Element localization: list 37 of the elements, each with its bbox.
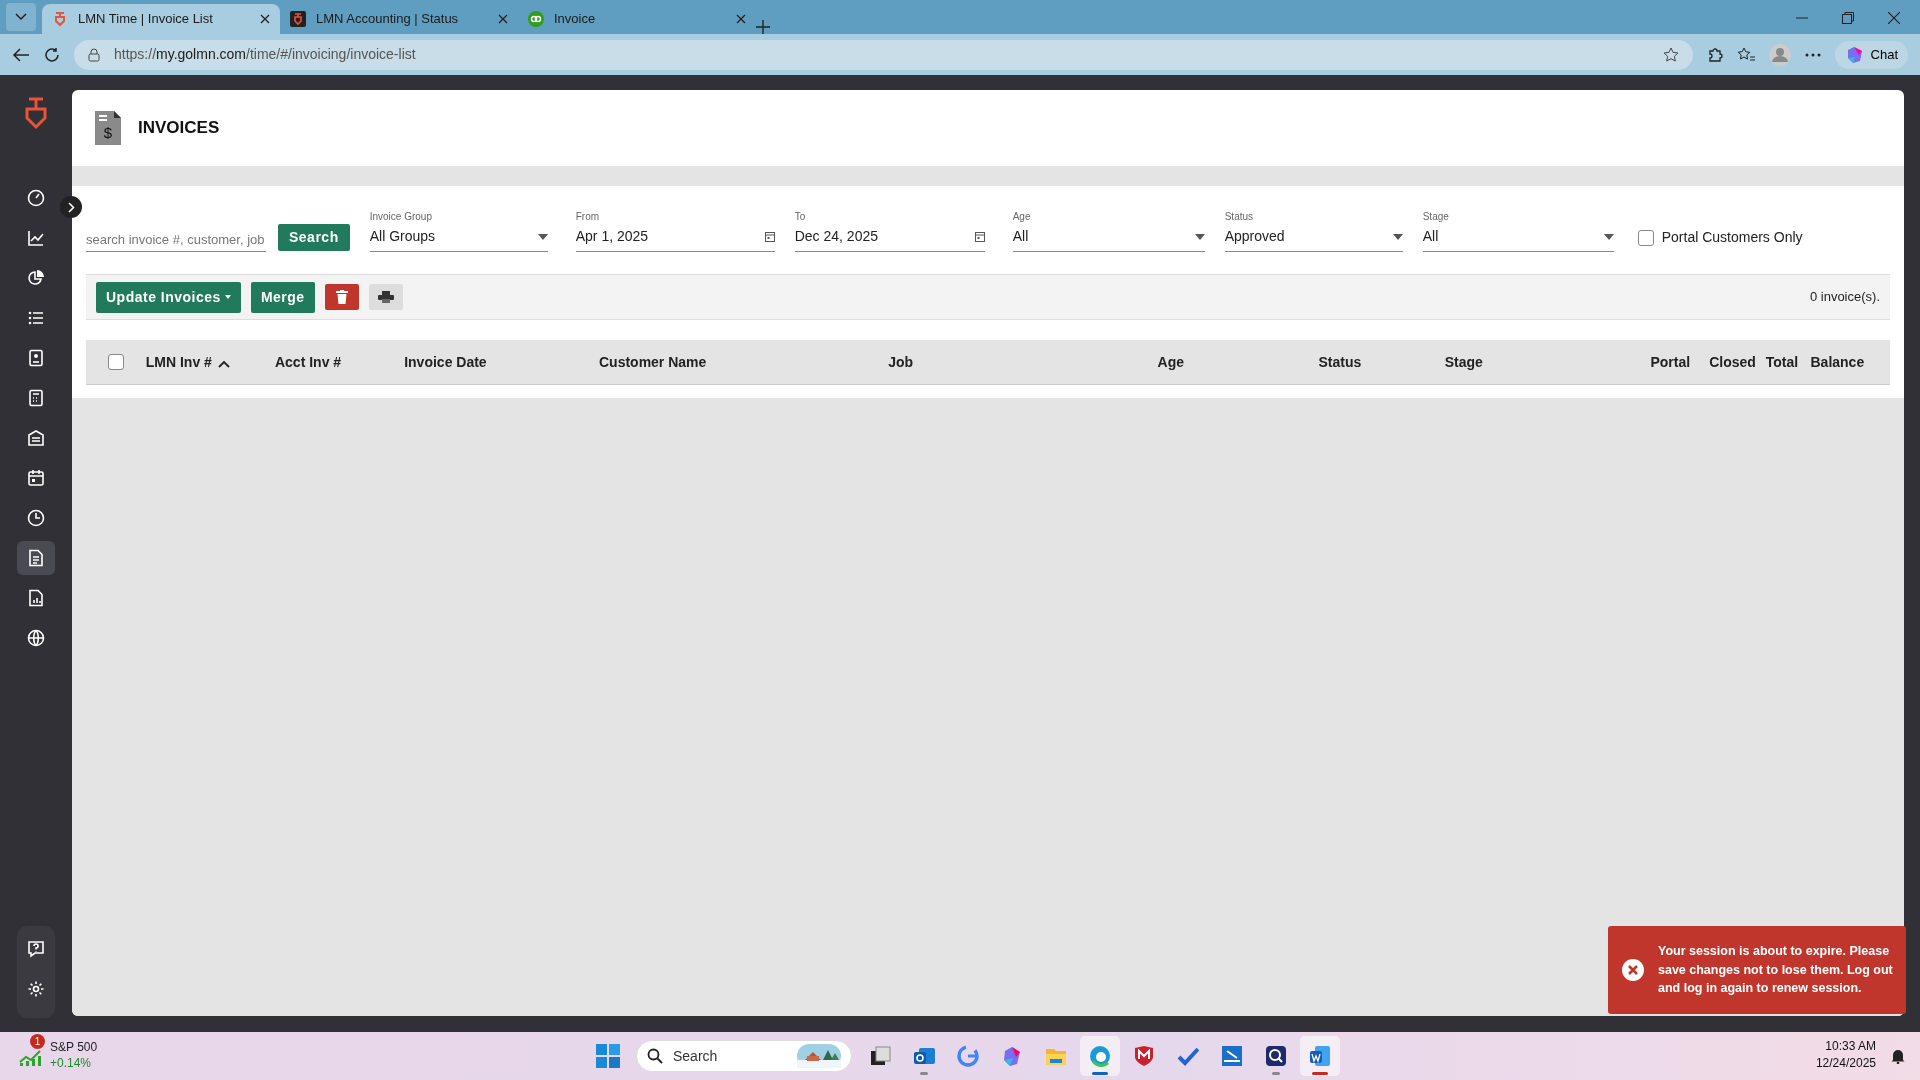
url-text[interactable]: https://my.golmn.com/time/#/invoicing/invoice-list <box>114 44 416 65</box>
column-header[interactable]: Total <box>1765 351 1799 373</box>
filter-field[interactable]: From Apr 1, 2025 <box>575 209 775 252</box>
column-header[interactable]: Age <box>1157 351 1184 373</box>
column-header[interactable]: Acct Inv # <box>274 351 342 373</box>
toast-message: Your session is about to expire. Please save changes not to lose them. Log out and log in again to renew session. <box>1658 942 1894 998</box>
search-button[interactable]: Search <box>278 224 350 251</box>
checkbox-label: Portal Customers Only <box>1661 228 1803 247</box>
filter-field[interactable]: Stage All <box>1422 209 1614 252</box>
filter-field[interactable]: Status Approved <box>1224 209 1403 252</box>
column-header[interactable]: Status <box>1318 351 1362 373</box>
filter-field[interactable]: Age All <box>1012 209 1205 252</box>
widget-title: S&P 500 <box>50 1040 98 1056</box>
notification-badge: 1 <box>30 1034 45 1050</box>
column-header[interactable]: Portal <box>1650 351 1691 373</box>
browser-tab[interactable]: Invoice <box>518 4 756 34</box>
filter-field[interactable]: To Dec 24, 2025 <box>794 209 985 252</box>
filter-field[interactable]: Invoice Group All Groups <box>369 209 548 252</box>
clock-time: 10:33 AM <box>1824 1038 1876 1055</box>
browser-tab[interactable]: LMN Time | Invoice List <box>42 4 280 34</box>
update-invoices-button[interactable]: Update Invoices <box>96 281 241 313</box>
page-title: INVOICES <box>138 117 220 140</box>
invoice-count: 0 invoice(s). <box>1809 288 1880 307</box>
column-header[interactable]: Stage <box>1444 351 1483 373</box>
column-header[interactable]: Job <box>888 351 914 373</box>
clock-date: 12/24/2025 <box>1815 1055 1876 1073</box>
merge-button[interactable]: Merge <box>250 281 315 313</box>
chat-button[interactable]: Chat <box>1834 40 1908 69</box>
column-header[interactable]: Closed <box>1709 351 1756 373</box>
column-header[interactable]: Invoice Date <box>404 351 487 373</box>
column-header[interactable]: LMN Inv # <box>145 351 212 373</box>
invoice-dollar-icon: $ <box>94 110 122 146</box>
browser-tab[interactable]: LMN Accounting | Status <box>280 4 518 34</box>
column-header[interactable]: Customer Name <box>598 351 707 373</box>
column-header[interactable]: Balance <box>1810 351 1865 373</box>
widget-change: +0.14% <box>50 1056 93 1072</box>
taskbar-search[interactable]: Search <box>636 1040 852 1072</box>
